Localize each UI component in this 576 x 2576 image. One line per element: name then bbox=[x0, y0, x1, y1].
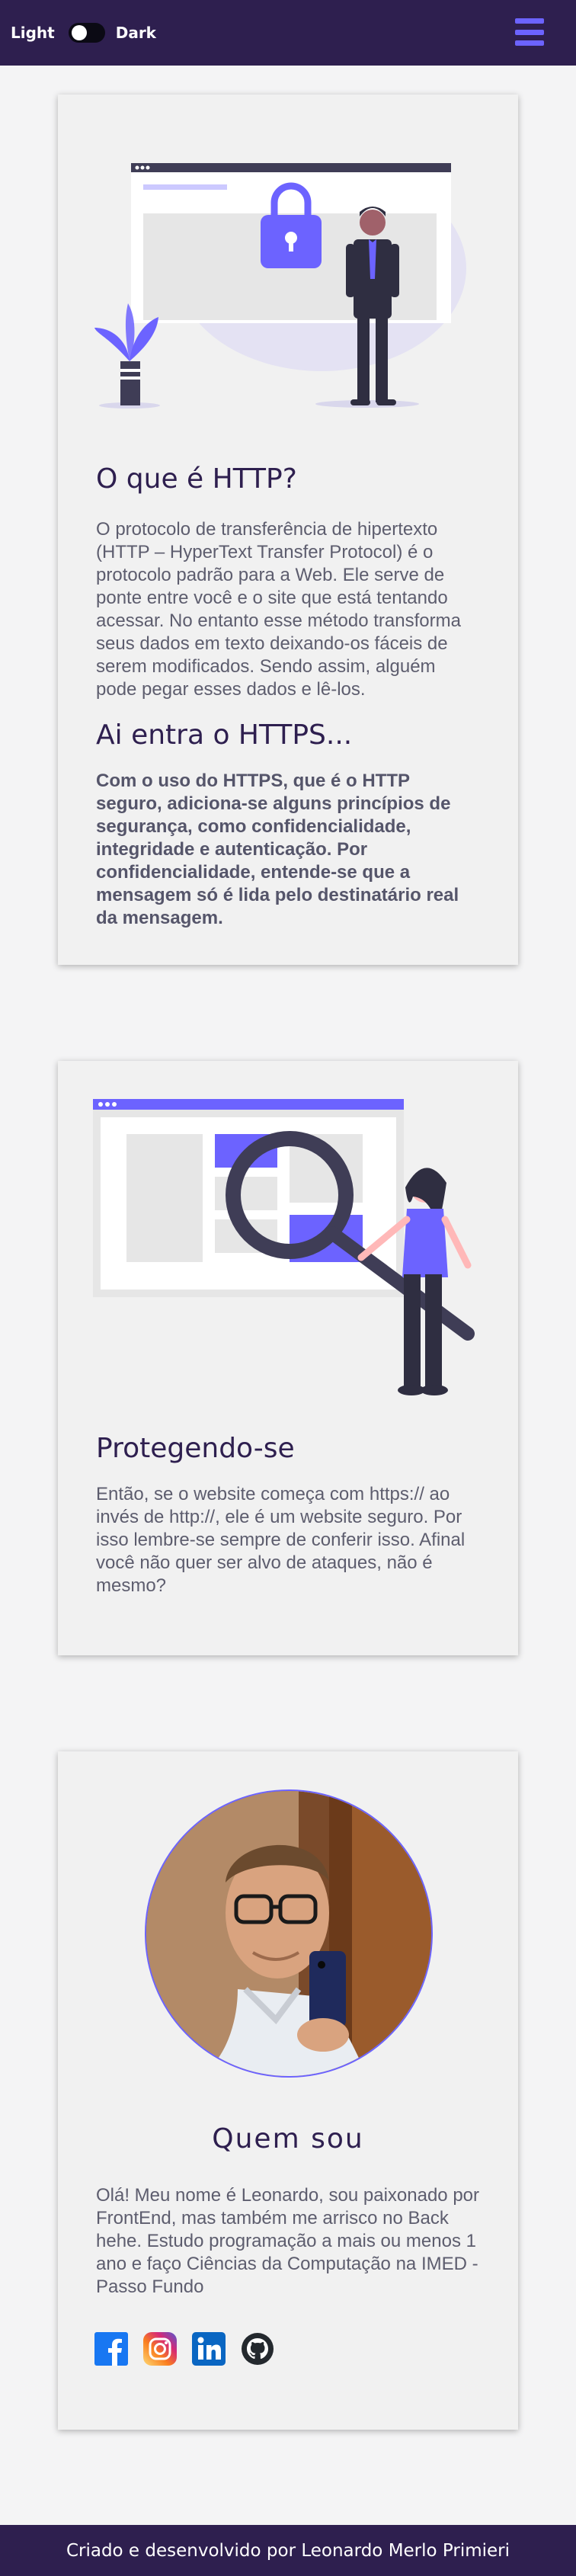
protect-card: Protegendo-se Então, se o website começa… bbox=[58, 1061, 518, 1655]
protect-title: Protegendo-se bbox=[96, 1433, 295, 1464]
footer: Criado e desenvolvido por Leonardo Merlo… bbox=[0, 2525, 576, 2576]
hamburger-menu-icon[interactable] bbox=[515, 18, 544, 46]
social-links bbox=[94, 2332, 274, 2366]
protect-body: Então, se o website começa com https:// … bbox=[96, 1484, 466, 1596]
https-subtitle: Ai entra o HTTPS... bbox=[96, 719, 353, 751]
https-body: Com o uso do HTTPS, que é o HTTP seguro,… bbox=[96, 771, 459, 928]
http-title: O que é HTTP? bbox=[96, 463, 297, 495]
about-body: Olá! Meu nome é Leonardo, sou paixonado … bbox=[96, 2185, 480, 2297]
theme-light-label: Light bbox=[11, 24, 55, 42]
security-illustration bbox=[94, 163, 466, 409]
http-card: O que é HTTP? O protocolo de transferênc… bbox=[58, 95, 518, 965]
http-body: O protocolo de transferência de hipertex… bbox=[96, 519, 461, 700]
linkedin-icon[interactable] bbox=[192, 2332, 226, 2366]
github-icon[interactable] bbox=[241, 2332, 274, 2366]
profile-photo bbox=[145, 1789, 433, 2078]
facebook-icon[interactable] bbox=[94, 2332, 128, 2366]
theme-toggle-switch[interactable] bbox=[68, 23, 105, 43]
about-title: Quem sou bbox=[212, 2123, 364, 2155]
theme-toggle-group: Light Dark bbox=[11, 23, 156, 43]
footer-credit: Criado e desenvolvido por Leonardo Merlo… bbox=[66, 2540, 510, 2561]
theme-dark-label: Dark bbox=[115, 24, 156, 42]
search-illustration bbox=[93, 1099, 475, 1395]
about-card: Quem sou Olá! Meu nome é Leonardo, sou p… bbox=[58, 1751, 518, 2430]
theme-toggle-knob[interactable] bbox=[71, 25, 87, 40]
instagram-icon[interactable] bbox=[143, 2332, 177, 2366]
top-bar: Light Dark bbox=[0, 0, 576, 66]
